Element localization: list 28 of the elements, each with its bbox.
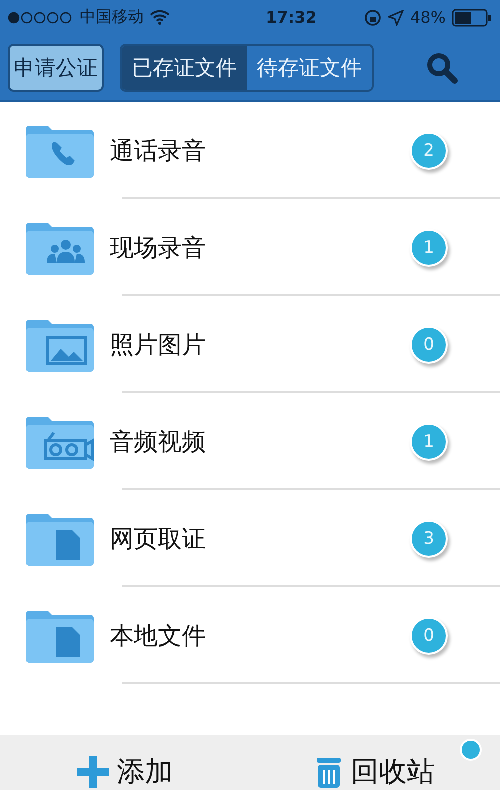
rotation-lock-icon bbox=[364, 8, 382, 26]
count-badge: 1 bbox=[410, 422, 448, 460]
folder-name[interactable]: 音频视频 bbox=[110, 426, 410, 458]
notification-dot bbox=[460, 739, 482, 761]
count-badge: 0 bbox=[410, 326, 448, 364]
count-badge: 3 bbox=[410, 520, 448, 558]
carrier: 中国移动 bbox=[80, 7, 144, 28]
folder-name[interactable]: 照片图片 bbox=[110, 328, 410, 360]
clock: 17:32 bbox=[266, 8, 317, 27]
count-badge: 1 bbox=[410, 228, 448, 266]
tab[interactable]: 已存证文件 bbox=[122, 46, 247, 90]
folder-name[interactable]: 网页取证 bbox=[110, 522, 410, 554]
plus-icon bbox=[77, 756, 109, 788]
folder-name[interactable]: 现场录音 bbox=[110, 232, 410, 264]
add-button[interactable]: 添加 bbox=[0, 739, 250, 790]
recycle-bin-button[interactable]: 回收站 bbox=[250, 739, 500, 790]
folder-name[interactable]: 本地文件 bbox=[110, 620, 410, 652]
count-badge: 2 bbox=[410, 132, 448, 170]
wifi-icon bbox=[150, 10, 170, 25]
battery-percent: 48% bbox=[410, 8, 446, 27]
folder-name[interactable]: 通话录音 bbox=[110, 134, 410, 166]
search-icon[interactable] bbox=[426, 52, 458, 84]
signal-icon bbox=[8, 12, 74, 24]
apply-notary-button[interactable]: 申请公证 bbox=[8, 44, 104, 92]
count-badge: 0 bbox=[410, 616, 448, 654]
battery-icon bbox=[452, 8, 492, 26]
trash-icon bbox=[315, 756, 343, 788]
location-icon bbox=[388, 10, 404, 26]
